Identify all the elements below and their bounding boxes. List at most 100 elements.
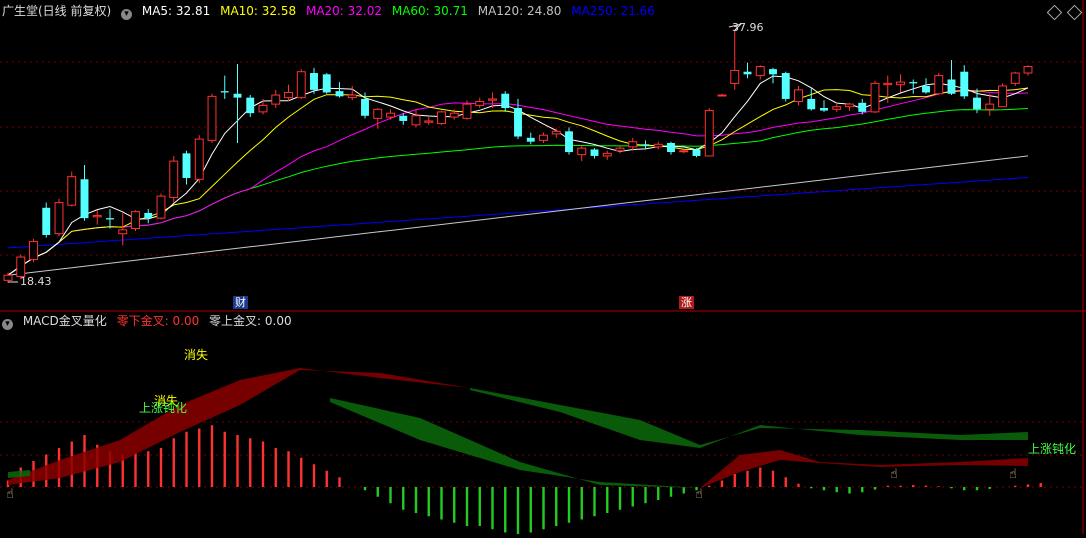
candle-body xyxy=(781,73,790,99)
candle-body xyxy=(182,153,191,178)
candle-body xyxy=(501,93,510,108)
candle-body xyxy=(399,115,408,121)
candle-body xyxy=(296,71,306,99)
ma20-label: MA20: 32.02 xyxy=(305,4,383,18)
candle-body xyxy=(424,120,434,123)
candle-body xyxy=(118,229,128,235)
candle-body xyxy=(258,104,268,113)
candle-body xyxy=(220,91,229,93)
candle-body xyxy=(1023,66,1033,74)
cross-signal-hand-icon: ☝ xyxy=(6,487,14,502)
candle-body xyxy=(704,110,714,157)
candle-body xyxy=(832,106,842,110)
cross-signal-hand-icon: ☝ xyxy=(695,487,703,502)
high-price-label: 37.96 xyxy=(732,21,764,34)
candle-body xyxy=(960,71,969,97)
candle-body xyxy=(653,143,663,148)
candle-body xyxy=(514,108,522,137)
candle-body xyxy=(361,98,369,116)
candle-body xyxy=(565,131,573,153)
candle-body xyxy=(602,152,612,157)
candle-body xyxy=(310,73,318,90)
candle-body xyxy=(590,149,599,156)
annotation-disappear-1: 消失 xyxy=(184,348,209,362)
candle-body xyxy=(667,142,675,153)
candle-body xyxy=(246,97,255,114)
candle-body xyxy=(194,138,204,180)
annotation-rise-blunt-1: 上涨钝化 xyxy=(139,401,188,415)
stat-above-zero-cross: 零上金叉: 0.00 xyxy=(209,314,292,328)
candle-body xyxy=(947,79,956,94)
candle-body xyxy=(922,85,930,93)
financial-report-badge[interactable]: 财 xyxy=(233,296,248,309)
candle-body xyxy=(692,149,701,156)
candle-body xyxy=(335,91,344,97)
candle-body xyxy=(934,75,944,95)
candle-body xyxy=(16,256,26,277)
candle-body xyxy=(488,98,497,101)
sub-indicator-settings-icon[interactable]: ▾ xyxy=(2,319,13,330)
indicator-settings-icon[interactable]: ▾ xyxy=(121,9,133,20)
annotation-rise-blunt-2: 上涨钝化 xyxy=(1028,442,1077,456)
candle-body xyxy=(769,69,777,75)
candle-body xyxy=(411,115,421,126)
candle-body xyxy=(462,103,472,119)
ma120-label: MA120: 24.80 xyxy=(477,4,562,18)
macd-title: MACD金叉量化 xyxy=(22,314,107,328)
dif-dea-band-green-2 xyxy=(470,388,1028,448)
candle-body xyxy=(144,212,153,219)
candle-body xyxy=(730,69,740,84)
candle-body xyxy=(449,112,459,118)
candle-body xyxy=(526,137,535,142)
candle-body xyxy=(322,74,331,93)
candle-body xyxy=(54,202,64,235)
candle-body xyxy=(577,147,587,156)
candle-body xyxy=(641,144,650,146)
chart-area[interactable]: ☝ ☝ ☝ ☝ xyxy=(0,0,1086,536)
candle-body xyxy=(909,82,918,84)
sub-panel-header: ▾ MACD金叉量化 零下金叉: 0.00 零上金叉: 0.00 xyxy=(2,314,298,330)
candle-body xyxy=(679,150,689,153)
ma10-label: MA10: 32.58 xyxy=(220,4,297,18)
candle-body xyxy=(717,94,727,97)
candle-body xyxy=(284,91,293,99)
candle-body xyxy=(156,195,166,219)
candle-body xyxy=(131,211,140,230)
cross-signal-hand-icon: ☝ xyxy=(1009,467,1017,482)
candle-body xyxy=(870,82,880,113)
candle-body xyxy=(551,130,561,135)
dif-dea-band-green-1 xyxy=(330,398,700,488)
candle-body xyxy=(3,274,13,281)
candle-body xyxy=(106,218,114,220)
candle-body xyxy=(1010,72,1020,84)
cross-signal-hand-icon: ☝ xyxy=(890,467,898,482)
candle-body xyxy=(883,82,893,86)
ma250-label: MA250: 21.66 xyxy=(571,4,655,18)
candle-body xyxy=(985,103,995,110)
ma5-label: MA5: 32.81 xyxy=(141,4,211,18)
candle-body xyxy=(80,179,89,219)
main-panel-header: 广生堂(日线 前复权) ▾ MA5: 32.81 MA10: 32.58 MA2… xyxy=(2,4,661,20)
low-price-label: 18.43 xyxy=(20,275,52,288)
stock-title: 广生堂(日线 前复权) xyxy=(2,4,112,18)
stat-below-zero-cross: 零下金叉: 0.00 xyxy=(116,314,200,328)
candle-body xyxy=(29,240,38,261)
candle-body xyxy=(539,134,548,141)
candle-body xyxy=(973,97,981,110)
candle-body xyxy=(794,89,803,103)
candle-body xyxy=(437,111,446,125)
candle-body xyxy=(896,81,905,86)
candle-body xyxy=(67,176,77,206)
candle-body xyxy=(820,108,828,111)
candle-body xyxy=(42,207,51,235)
candle-body xyxy=(233,93,242,98)
candle-body xyxy=(373,108,383,119)
candle-body xyxy=(807,98,816,110)
limit-up-badge[interactable]: 涨 xyxy=(679,296,694,309)
candle-body xyxy=(743,71,752,75)
candle-body xyxy=(628,141,638,148)
candle-body xyxy=(169,160,179,198)
candle-body xyxy=(92,215,102,218)
candle-body xyxy=(998,85,1007,108)
candle-body xyxy=(207,95,217,141)
